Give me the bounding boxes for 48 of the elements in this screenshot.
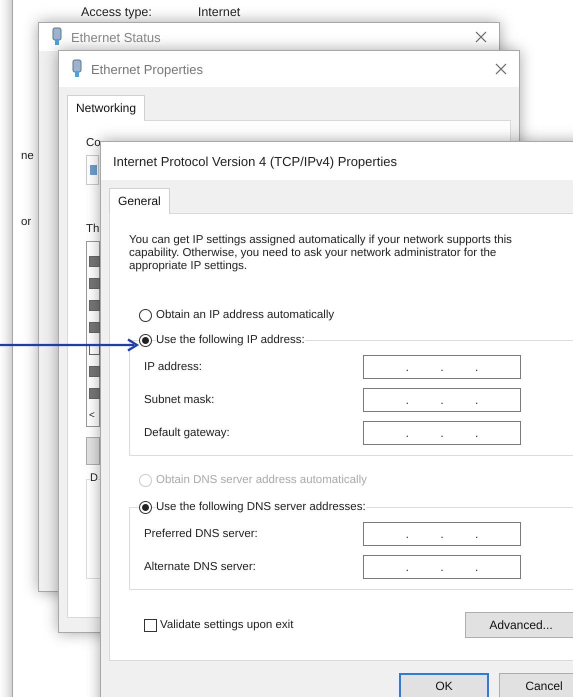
ip-address-field[interactable]: . . . (363, 388, 521, 412)
ip-address-field[interactable]: . . . (363, 421, 521, 445)
radio-label: Use the following DNS server addresses: (156, 501, 366, 513)
window-title: Ethernet Status (71, 30, 162, 44)
install-button[interactable] (86, 437, 100, 465)
checkbox[interactable] (89, 366, 100, 377)
network-icon (71, 59, 83, 79)
radio-button[interactable] (139, 334, 152, 347)
description-text: You can get IP settings assigned automatically if your network supports this capability. Otherwise, you need to ask your network administrator for the appropriate IP settings. (129, 234, 513, 273)
cut-off-label: ne (21, 150, 34, 162)
checkbox-label: Validate settings upon exit (160, 618, 294, 630)
radio-button[interactable] (139, 501, 152, 514)
field-label: Subnet mask: (144, 394, 216, 406)
tab[interactable]: Networking (67, 95, 146, 121)
checkbox[interactable] (89, 256, 100, 267)
checkbox[interactable] (89, 278, 100, 289)
radio-label: Obtain DNS server address automatically (156, 474, 367, 486)
checkbox[interactable] (89, 322, 100, 333)
cancel-button[interactable]: Cancel (499, 673, 573, 697)
field-label: IP address: (144, 361, 203, 373)
radio-label: Obtain an IP address automatically (156, 309, 334, 321)
adapter-icon (88, 164, 96, 176)
scroll-arrow[interactable]: < (89, 410, 95, 421)
checkbox[interactable] (89, 388, 100, 399)
cut-off-label: D (90, 472, 98, 484)
field-label: Default gateway: (144, 427, 231, 439)
ok-button[interactable]: OK (399, 673, 489, 697)
window-title: Internet Protocol Version 4 (TCP/IPv4) Properties (113, 154, 398, 168)
cut-off-label: Co (86, 137, 101, 149)
ip-address-field[interactable]: . . . (363, 555, 521, 579)
close-icon[interactable] (495, 63, 507, 75)
field-value: Internet (198, 5, 240, 19)
field-label: Access type: (81, 5, 152, 19)
window-title: Ethernet Properties (91, 62, 204, 76)
network-icon (51, 27, 63, 47)
close-icon[interactable] (475, 31, 487, 43)
cut-off-label: Th (86, 223, 100, 235)
radio-button[interactable] (139, 309, 152, 322)
tab[interactable]: General (109, 188, 170, 214)
field-label: Preferred DNS server: (144, 528, 259, 540)
ip-address-field[interactable]: . . . (363, 355, 521, 379)
cut-off-label: or (21, 216, 32, 228)
field-label: Alternate DNS server: (144, 561, 257, 573)
checkbox[interactable] (89, 300, 100, 311)
ip-address-field[interactable]: . . . (363, 522, 521, 546)
radio-label: Use the following IP address: (156, 334, 305, 346)
checkbox[interactable] (144, 618, 157, 632)
advanced-button[interactable]: Advanced... (465, 612, 573, 638)
